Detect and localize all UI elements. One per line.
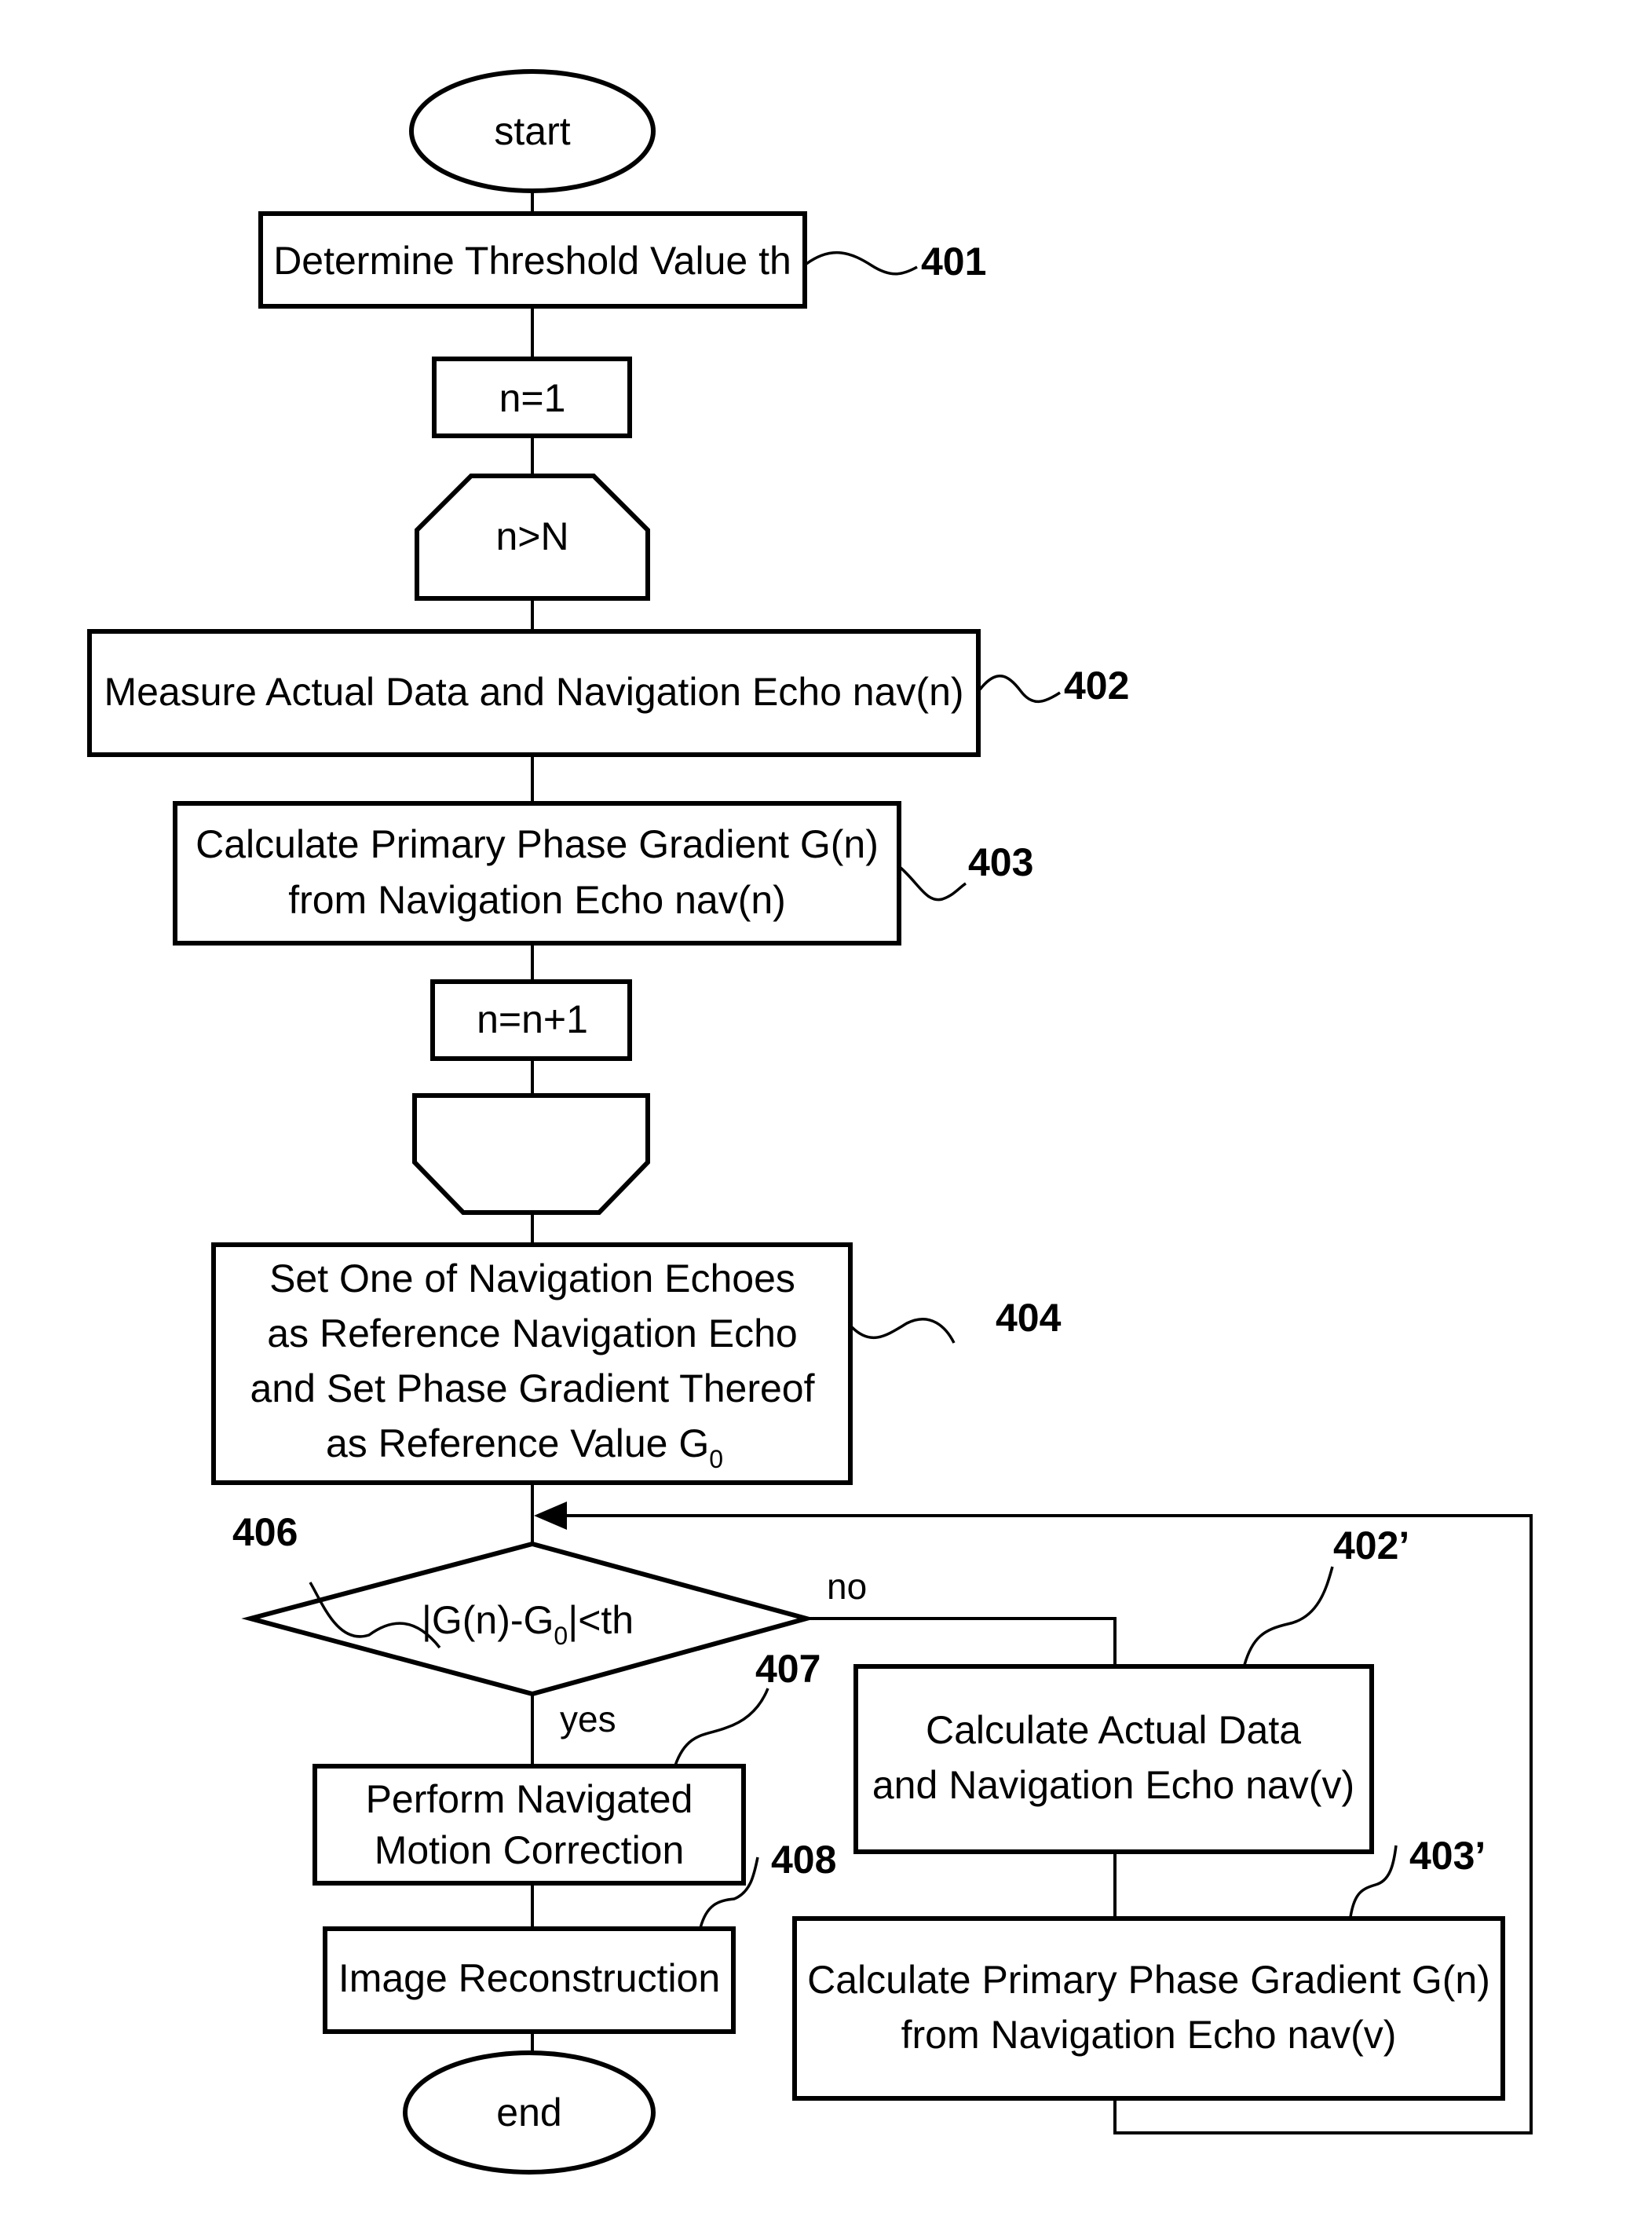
decision-406: |G(n)-G0|<th 406 no yes [232, 1510, 867, 1739]
step-408-text: Image Reconstruction [338, 1956, 720, 2000]
loop-start-text: n>N [495, 514, 568, 558]
step-402-prime-line2: and Navigation Echo nav(v) [872, 1763, 1354, 1807]
ref-402: 402 [1064, 664, 1129, 708]
ref-403-prime: 403’ [1409, 1834, 1486, 1878]
branch-yes-label: yes [560, 1699, 616, 1739]
leader-402 [978, 674, 1061, 704]
loop-end [412, 1093, 650, 1215]
ref-404: 404 [996, 1296, 1062, 1340]
step-404-line3: and Set Phase Gradient Thereof [250, 1366, 815, 1410]
init-counter: n=1 [432, 357, 632, 438]
step-404-line2: as Reference Navigation Echo [267, 1311, 797, 1355]
start-node: start [409, 69, 656, 193]
end-label: end [496, 2091, 561, 2134]
step-404-line1: Set One of Navigation Echoes [269, 1257, 795, 1300]
step-402: Measure Actual Data and Navigation Echo … [87, 629, 1129, 757]
step-401: Determine Threshold Value th 401 [258, 211, 986, 309]
step-403-line1: Calculate Primary Phase Gradient G(n) [196, 822, 879, 866]
ref-406: 406 [232, 1510, 298, 1554]
increment-counter: n=n+1 [430, 979, 632, 1061]
step-407-line1: Perform Navigated [366, 1777, 693, 1821]
ref-402-prime: 402’ [1333, 1524, 1409, 1567]
flowchart: start Determine Threshold Value th 401 n… [87, 69, 1533, 2175]
ref-403: 403 [968, 840, 1033, 884]
leader-404 [850, 1318, 956, 1344]
step-403-line2: from Navigation Echo nav(n) [288, 878, 786, 922]
step-404: Set One of Navigation Echoes as Referenc… [211, 1242, 1062, 1485]
step-403-prime-line2: from Navigation Echo nav(v) [901, 2013, 1397, 2057]
step-402-prime-line1: Calculate Actual Data [926, 1708, 1301, 1752]
connector-no-branch [806, 1617, 1117, 1666]
init-counter-text: n=1 [499, 376, 566, 420]
increment-counter-text: n=n+1 [477, 997, 588, 1041]
leader-401 [805, 251, 918, 276]
leader-403-prime [1349, 1845, 1398, 1918]
branch-no-label: no [827, 1566, 867, 1607]
step-403: Calculate Primary Phase Gradient G(n) fr… [173, 801, 1033, 946]
leader-402-prime [1243, 1566, 1334, 1666]
end-node: end [403, 2050, 656, 2175]
step-403-prime: Calculate Primary Phase Gradient G(n) fr… [792, 1834, 1505, 2101]
ref-401: 401 [921, 240, 986, 283]
step-402-prime: Calculate Actual Data and Navigation Ech… [853, 1524, 1409, 1854]
loop-start: n>N [415, 474, 650, 601]
ref-407: 407 [755, 1647, 821, 1691]
leader-407 [674, 1688, 769, 1766]
step-402-text: Measure Actual Data and Navigation Echo … [104, 670, 963, 714]
leader-403 [899, 866, 967, 902]
step-403-prime-line1: Calculate Primary Phase Gradient G(n) [807, 1958, 1490, 2002]
step-407-line2: Motion Correction [375, 1828, 685, 1872]
start-label: start [494, 109, 570, 153]
feedback-arrow-icon [534, 1502, 567, 1530]
step-401-text: Determine Threshold Value th [273, 239, 791, 283]
ref-408: 408 [771, 1838, 836, 1882]
